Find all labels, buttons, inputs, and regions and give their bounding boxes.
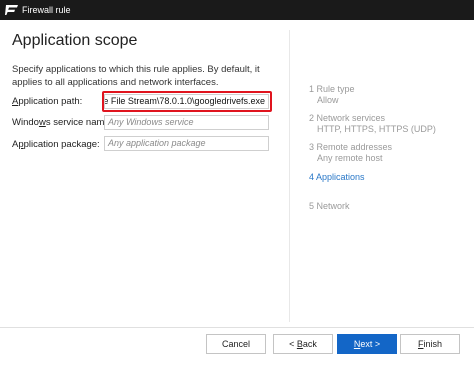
step-network-services: 2 Network services HTTP, HTTPS, HTTPS (U…	[309, 113, 436, 135]
step-title: 5 Network	[309, 201, 350, 211]
firewall-logo-icon	[5, 5, 18, 15]
step-title: 1 Rule type	[309, 84, 355, 94]
finish-button[interactable]: Finish	[400, 334, 460, 354]
footer-divider	[0, 327, 474, 328]
app-path-label: Application path:	[12, 96, 83, 107]
windows-service-input[interactable]: Any Windows service	[104, 115, 269, 130]
window-title: Firewall rule	[22, 5, 71, 15]
step-remote-addresses: 3 Remote addresses Any remote host	[309, 142, 392, 164]
app-package-input[interactable]: Any application package	[104, 136, 269, 151]
step-network: 5 Network	[309, 201, 350, 212]
back-button[interactable]: < Back	[273, 334, 333, 354]
step-rule-type: 1 Rule type Allow	[309, 84, 355, 106]
title-bar: Firewall rule	[0, 0, 474, 20]
package-label: Application package:	[12, 139, 100, 150]
step-detail: Any remote host	[317, 153, 383, 163]
service-label: Windows service name:	[12, 117, 113, 128]
panel-divider	[289, 30, 290, 322]
cancel-button[interactable]: Cancel	[206, 334, 266, 354]
next-button[interactable]: Next >	[337, 334, 397, 354]
step-applications: 4 Applications	[309, 172, 365, 183]
step-title: 4 Applications	[309, 172, 365, 182]
step-detail: HTTP, HTTPS, HTTPS (UDP)	[317, 124, 436, 134]
step-title: 3 Remote addresses	[309, 142, 393, 152]
step-detail: Allow	[317, 95, 339, 105]
app-path-highlight	[102, 91, 272, 112]
page-description: Specify applications to which this rule …	[12, 64, 260, 88]
step-title: 2 Network services	[309, 113, 386, 123]
page-title: Application scope	[12, 32, 138, 49]
